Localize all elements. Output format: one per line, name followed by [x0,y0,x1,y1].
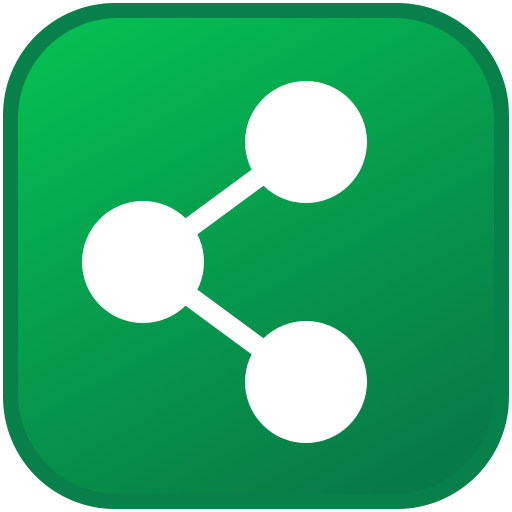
share-node-bottom [245,321,367,443]
share-node-top [245,81,367,203]
share-app-icon-graphic [3,3,509,509]
share-app-icon[interactable] [0,0,512,512]
share-node-left [82,201,204,323]
